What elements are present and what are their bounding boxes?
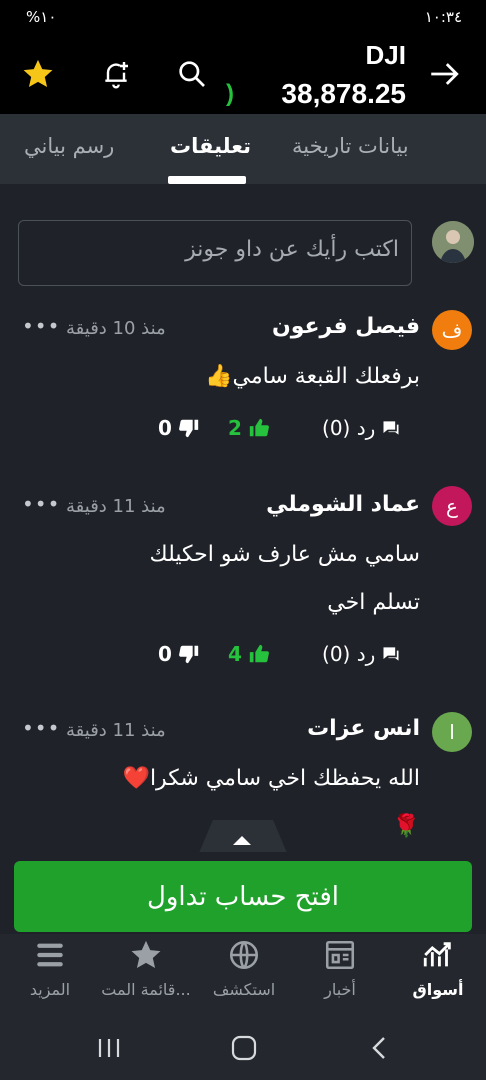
nav-news[interactable]: أخبار bbox=[294, 938, 386, 999]
clock: ١٠:٣٤ bbox=[424, 8, 462, 26]
thumbs-up-icon bbox=[249, 418, 269, 437]
like-count: 2 bbox=[228, 416, 242, 440]
commenter-avatar[interactable]: ف bbox=[432, 310, 472, 350]
commenter-avatar[interactable]: ا bbox=[432, 712, 472, 752]
more-options-icon[interactable]: ••• bbox=[22, 314, 60, 338]
news-icon bbox=[325, 940, 355, 970]
dislike-button[interactable]: 0 bbox=[158, 642, 200, 666]
dislike-button[interactable]: 0 bbox=[158, 416, 200, 440]
nav-more[interactable]: المزيد bbox=[4, 938, 96, 999]
like-button[interactable]: 2 bbox=[228, 416, 270, 440]
tab-historical-data[interactable]: بيانات تاريخية bbox=[292, 134, 409, 158]
reply-label: رد (0) bbox=[322, 416, 376, 440]
reply-label: رد (0) bbox=[322, 642, 376, 666]
nav-label: قائمة المت... bbox=[101, 980, 191, 999]
nav-label: المزيد bbox=[29, 980, 71, 999]
comment-text: سامي مش عارف شو احكيلك bbox=[149, 542, 420, 567]
comment-input-placeholder: اكتب رأيك عن داو جونز bbox=[185, 237, 399, 262]
nav-watchlist[interactable]: قائمة المت... bbox=[100, 938, 192, 999]
forward-arrow-icon[interactable] bbox=[424, 54, 464, 94]
comment-text: 🌹 bbox=[392, 814, 420, 839]
nav-label: استكشف bbox=[212, 980, 276, 999]
tab-chart[interactable]: رسم بياني bbox=[24, 134, 114, 158]
reply-button[interactable]: رد (0) bbox=[322, 416, 401, 440]
user-avatar bbox=[432, 221, 474, 263]
bottom-navigation: أسواق أخبار استكشف قائمة المت... المزيد bbox=[0, 934, 486, 1016]
active-tab-indicator bbox=[168, 176, 246, 184]
menu-icon bbox=[37, 943, 63, 967]
thumbs-down-icon bbox=[178, 419, 199, 438]
status-bar: %١٠ ١٠:٣٤ bbox=[0, 0, 486, 34]
symbol-ticker: DJI bbox=[365, 40, 406, 70]
dislike-count: 0 bbox=[158, 642, 172, 666]
like-button[interactable]: 4 bbox=[228, 642, 270, 666]
more-options-icon[interactable]: ••• bbox=[22, 716, 60, 740]
reply-button[interactable]: رد (0) bbox=[322, 642, 401, 666]
nav-label: أخبار bbox=[324, 980, 356, 999]
tab-comments[interactable]: تعليقات bbox=[170, 134, 251, 158]
nav-label: أسواق bbox=[412, 980, 464, 999]
comment-text: برفعلك القبعة سامي👍 bbox=[205, 364, 420, 389]
thumbs-up-icon bbox=[249, 644, 269, 663]
battery-level: %١٠ bbox=[26, 8, 57, 26]
comment-text: تسلم اخي bbox=[327, 590, 420, 615]
symbol-price: 38,878.25 bbox=[281, 78, 406, 109]
recent-apps-icon[interactable] bbox=[96, 1036, 122, 1064]
globe-icon bbox=[229, 940, 259, 970]
home-icon[interactable] bbox=[230, 1034, 258, 1066]
more-options-icon[interactable]: ••• bbox=[22, 492, 60, 516]
open-trading-account-button[interactable]: افتح حساب تداول bbox=[14, 861, 472, 932]
reply-icon bbox=[383, 421, 399, 435]
symbol-change: ) bbox=[226, 80, 234, 107]
chevron-up-icon bbox=[233, 836, 251, 845]
nav-explore[interactable]: استكشف bbox=[198, 938, 290, 999]
app-header: DJI ) 38,878.25 bbox=[0, 34, 486, 114]
commenter-name[interactable]: عماد الشوملي bbox=[266, 492, 420, 517]
comment-time: منذ 11 دقيقة bbox=[66, 720, 166, 741]
dislike-count: 0 bbox=[158, 416, 172, 440]
nav-markets[interactable]: أسواق bbox=[392, 938, 484, 999]
markets-icon bbox=[423, 942, 451, 967]
comment-time: منذ 11 دقيقة bbox=[66, 496, 166, 517]
bell-add-icon[interactable] bbox=[96, 54, 136, 94]
star-icon bbox=[131, 940, 161, 969]
search-icon[interactable] bbox=[172, 54, 212, 94]
system-navigation-bar bbox=[0, 1016, 486, 1080]
thumbs-down-icon bbox=[178, 645, 199, 664]
comment-input[interactable]: اكتب رأيك عن داو جونز bbox=[18, 220, 412, 286]
like-count: 4 bbox=[228, 642, 242, 666]
commenter-avatar[interactable]: ع bbox=[432, 486, 472, 526]
commenter-name[interactable]: انس عزات bbox=[307, 716, 420, 741]
commenter-name[interactable]: فيصل فرعون bbox=[272, 314, 420, 339]
star-icon[interactable] bbox=[18, 54, 58, 94]
reply-icon bbox=[383, 647, 399, 661]
comment-time: منذ 10 دقيقة bbox=[66, 318, 166, 339]
tab-bar: رسم بياني تعليقات بيانات تاريخية bbox=[0, 114, 486, 184]
back-icon[interactable] bbox=[368, 1034, 392, 1066]
comment-text: الله يحفظك اخي سامي شكرا❤️ bbox=[122, 766, 420, 791]
